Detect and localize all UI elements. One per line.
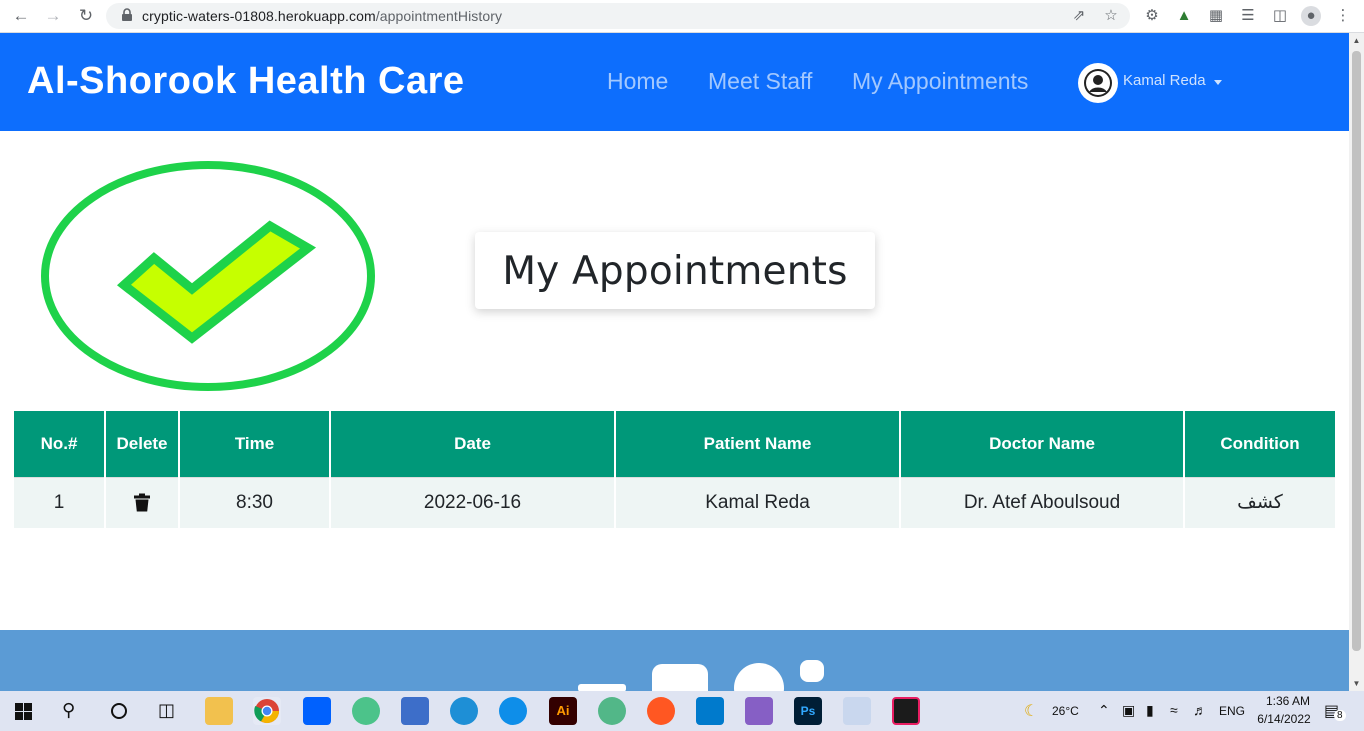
cell-patient-name: Kamal Reda xyxy=(615,476,901,528)
browser-toolbar: ← → ↻ cryptic-waters-01808.herokuapp.com… xyxy=(0,0,1364,33)
search-icon[interactable]: ⚲ xyxy=(62,700,75,721)
chevron-up-icon[interactable]: ⌃ xyxy=(1098,702,1110,719)
battery-icon[interactable]: ▮ xyxy=(1146,702,1154,719)
scrollbar-thumb[interactable] xyxy=(1352,51,1361,651)
chrome-icon[interactable] xyxy=(253,697,281,725)
task-view-icon[interactable]: ◫ xyxy=(158,700,175,721)
column-header-date: Date xyxy=(330,411,616,477)
page-scrollbar[interactable]: ▲ ▼ xyxy=(1349,33,1364,691)
email-icon[interactable] xyxy=(578,684,626,691)
photoshop-icon[interactable]: Ps xyxy=(794,697,822,725)
postman-icon[interactable] xyxy=(647,697,675,725)
column-header-doctor-name: Doctor Name xyxy=(900,411,1185,477)
side-panel-icon[interactable]: ◫ xyxy=(1270,6,1290,26)
table-row: 1 8:30 2022-06-16 Kamal Reda Dr. Atef Ab… xyxy=(14,476,1335,528)
column-header-delete: Delete xyxy=(105,411,180,477)
weather-temperature[interactable]: 26°C xyxy=(1052,704,1079,718)
visual-studio-icon[interactable] xyxy=(745,697,773,725)
edge-icon[interactable] xyxy=(450,697,478,725)
column-header-condition: Condition xyxy=(1184,411,1335,477)
back-arrow-icon[interactable]: ← xyxy=(10,5,32,27)
column-header-time: Time xyxy=(179,411,331,477)
wifi-icon[interactable]: ≈ xyxy=(1170,702,1178,718)
clock-time[interactable]: 1:36 AM xyxy=(1260,694,1316,708)
nav-link-home[interactable]: Home xyxy=(607,68,668,95)
column-header-no: No.# xyxy=(14,411,106,477)
location-icon[interactable] xyxy=(734,663,784,691)
site-footer xyxy=(0,630,1349,691)
avatar xyxy=(1078,63,1118,103)
moon-weather-icon[interactable]: ☾ xyxy=(1024,701,1038,721)
cortana-icon[interactable] xyxy=(111,703,127,719)
forward-arrow-icon[interactable]: → xyxy=(42,5,64,27)
device-icon[interactable]: ▣ xyxy=(1122,702,1135,719)
cell-no: 1 xyxy=(14,476,106,528)
brand-logo-text[interactable]: Al-Shorook Health Care xyxy=(27,60,465,103)
cell-doctor-name: Dr. Atef Aboulsoud xyxy=(900,476,1185,528)
tree-extension-icon[interactable]: ▲ xyxy=(1174,6,1194,26)
column-header-patient-name: Patient Name xyxy=(615,411,901,477)
paint-icon[interactable] xyxy=(843,697,871,725)
cell-condition: كشف xyxy=(1184,476,1335,528)
box-app-icon[interactable] xyxy=(401,697,429,725)
puzzle-extension-icon[interactable]: ▦ xyxy=(1206,6,1226,26)
page-title: My Appointments xyxy=(502,249,848,294)
volume-icon[interactable]: ♬ xyxy=(1193,702,1207,718)
reload-icon[interactable]: ↻ xyxy=(75,5,97,27)
caret-down-icon xyxy=(1214,80,1222,85)
nav-link-my-appointments[interactable]: My Appointments xyxy=(852,68,1028,95)
cell-date: 2022-06-16 xyxy=(330,476,616,528)
cell-time: 8:30 xyxy=(179,476,331,528)
atom-icon[interactable] xyxy=(352,697,380,725)
facebook-icon[interactable] xyxy=(652,664,708,691)
address-bar[interactable]: cryptic-waters-01808.herokuapp.com/appoi… xyxy=(106,3,1130,29)
appointments-table: No.# Delete Time Date Patient Name Docto… xyxy=(14,411,1335,528)
dropbox-icon[interactable] xyxy=(303,697,331,725)
menu-dots-icon[interactable]: ⋮ xyxy=(1333,6,1353,26)
user-circle-icon xyxy=(1084,69,1112,97)
language-indicator[interactable]: ENG xyxy=(1219,704,1245,718)
profile-icon[interactable]: ● xyxy=(1301,6,1321,26)
phone-icon[interactable] xyxy=(800,660,824,682)
user-name: Kamal Reda xyxy=(1123,72,1206,89)
clock-date[interactable]: 6/14/2022 xyxy=(1253,712,1315,726)
star-icon[interactable]: ☆ xyxy=(1102,7,1120,25)
windows-start-icon[interactable] xyxy=(15,703,32,720)
media-control-icon[interactable]: ☰ xyxy=(1238,6,1258,26)
url-text: cryptic-waters-01808.herokuapp.com/appoi… xyxy=(142,8,503,24)
checkmark-logo-icon xyxy=(41,161,375,391)
scroll-down-arrow-icon[interactable]: ▼ xyxy=(1349,676,1364,691)
site-navbar: Al-Shorook Health Care Home Meet Staff M… xyxy=(0,33,1349,131)
rocket-app-icon[interactable] xyxy=(598,697,626,725)
windows-taskbar: ⚲ ◫ Ai Ps ☾ 26°C ⌃ ▣ ▮ ≈ ♬ ENG 1:36 AM 6… xyxy=(0,691,1364,731)
table-header-row: No.# Delete Time Date Patient Name Docto… xyxy=(14,411,1335,477)
cell-delete xyxy=(105,476,180,528)
notification-badge: 8 xyxy=(1334,710,1346,721)
scroll-up-arrow-icon[interactable]: ▲ xyxy=(1349,33,1364,48)
illustrator-icon[interactable]: Ai xyxy=(549,697,577,725)
vscode-icon[interactable] xyxy=(696,697,724,725)
share-icon[interactable]: ⇗ xyxy=(1070,7,1088,25)
trash-icon[interactable] xyxy=(134,493,150,512)
nav-link-meet-staff[interactable]: Meet Staff xyxy=(708,68,812,95)
teamviewer-icon[interactable] xyxy=(499,697,527,725)
terminal-icon[interactable] xyxy=(892,697,920,725)
file-explorer-icon[interactable] xyxy=(205,697,233,725)
page-title-card: My Appointments xyxy=(475,232,875,309)
lock-icon xyxy=(122,8,132,21)
bug-extension-icon[interactable]: ⚙ xyxy=(1142,6,1162,26)
